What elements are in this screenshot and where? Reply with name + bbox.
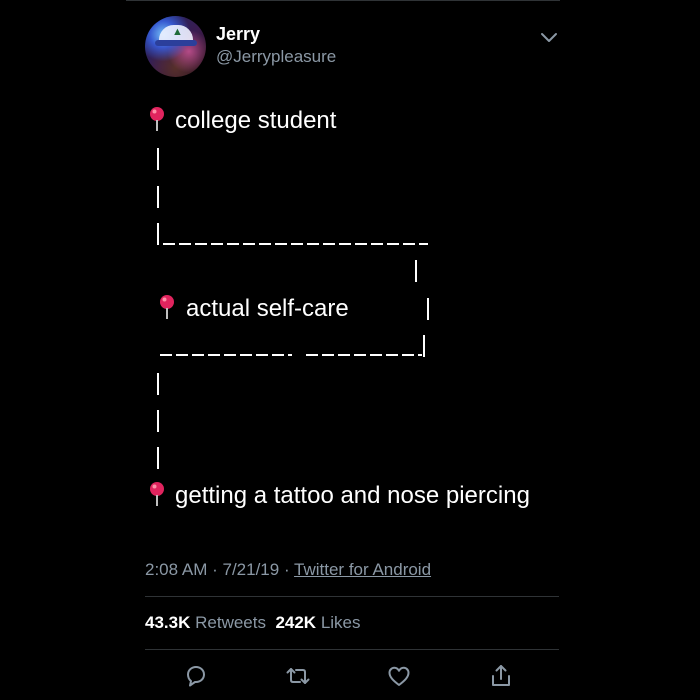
retweets-label: Retweets [195, 613, 266, 632]
connector-dashes [306, 354, 422, 356]
tweet-line-tattoo-piercing: getting a tattoo and nose piercing [175, 482, 530, 509]
tweet-line-college-student: college student [175, 107, 337, 134]
connector-vertical [157, 223, 159, 245]
chevron-down-icon[interactable] [538, 26, 560, 48]
connector-vertical [157, 186, 159, 208]
retweets-count: 43.3K [145, 613, 191, 632]
tweet-line-actual-self-care: actual self-care [186, 295, 349, 322]
round-pushpin-icon [150, 107, 164, 131]
likes-label: Likes [320, 613, 361, 632]
user-handle[interactable]: @Jerrypleasure [216, 46, 336, 68]
pine-tree-icon: ▲ [172, 26, 183, 38]
tweet-source-link[interactable]: Twitter for Android [294, 560, 431, 579]
connector-vertical [157, 410, 159, 432]
avatar[interactable]: ▲ [145, 16, 206, 77]
retweet-icon[interactable] [285, 663, 311, 689]
divider [145, 596, 559, 597]
connector-vertical [157, 447, 159, 469]
tweet-meta: 2:08 AM · 7/21/19 · Twitter for Android [145, 559, 431, 581]
share-icon[interactable] [488, 663, 514, 689]
round-pushpin-icon [160, 295, 174, 319]
connector-vertical [157, 373, 159, 395]
round-pushpin-icon [150, 482, 164, 506]
tweet-stats: 43.3K Retweets 242K Likes [145, 612, 361, 634]
tweet-date[interactable]: 7/21/19 [222, 560, 279, 579]
connector-dashes [160, 354, 292, 356]
meta-separator: · [279, 560, 295, 579]
display-name[interactable]: Jerry [216, 23, 260, 45]
divider [145, 649, 559, 650]
connector-dashes [163, 243, 428, 245]
reply-icon[interactable] [183, 663, 209, 689]
likes-stat[interactable]: 242K Likes [275, 613, 360, 632]
cap-brim-shape [155, 40, 197, 46]
retweets-stat[interactable]: 43.3K Retweets [145, 613, 266, 632]
connector-vertical [157, 148, 159, 170]
meta-separator: · [207, 560, 223, 579]
tweet-card: ▲ Jerry @Jerrypleasure college student a… [0, 0, 700, 700]
connector-vertical [427, 298, 429, 320]
connector-vertical [423, 335, 425, 357]
tweet-time[interactable]: 2:08 AM [145, 560, 207, 579]
top-divider [126, 0, 560, 1]
like-icon[interactable] [386, 663, 412, 689]
connector-vertical [415, 260, 417, 282]
likes-count: 242K [275, 613, 317, 632]
